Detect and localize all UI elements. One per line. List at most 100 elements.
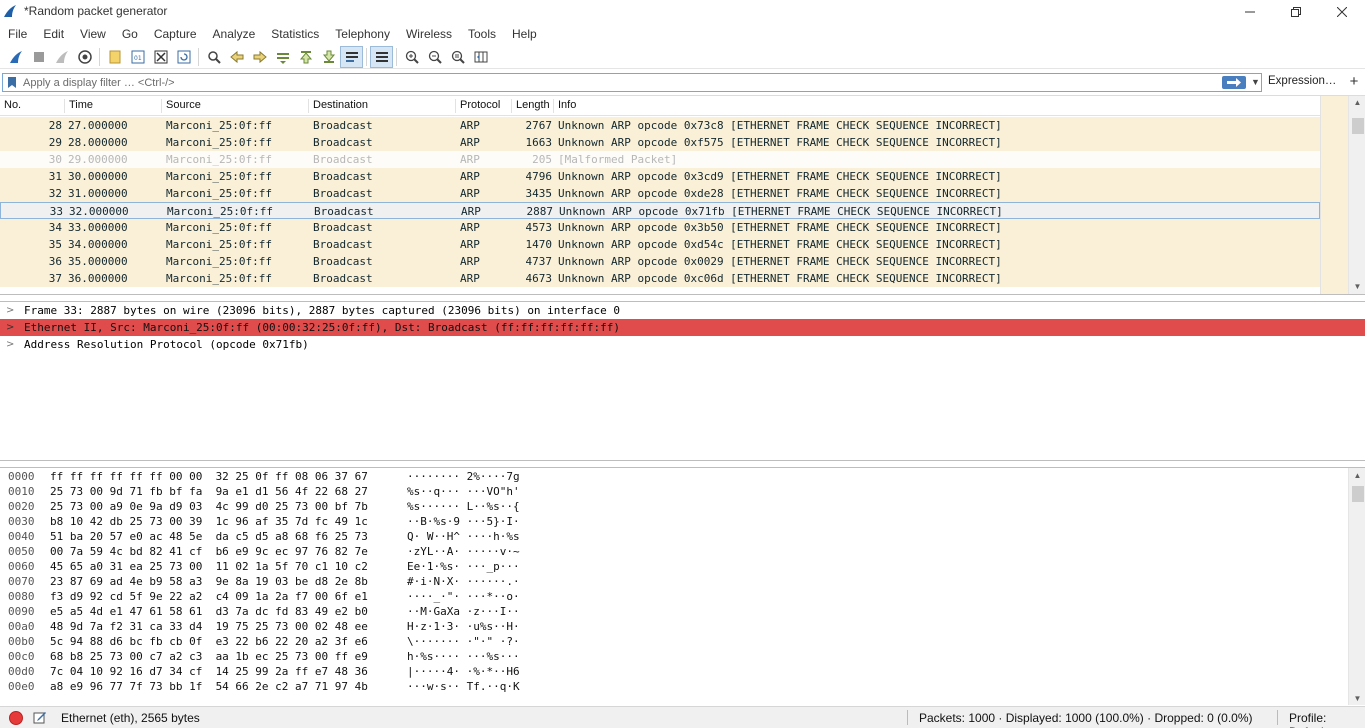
reload-file-button[interactable] (172, 46, 195, 68)
bytes-scrollbar[interactable]: ▲ ▼ (1348, 468, 1365, 705)
packet-cell-dst: Broadcast (313, 187, 373, 200)
column-header-source[interactable]: Source (161, 99, 201, 113)
bookmark-icon[interactable] (6, 76, 18, 89)
packet-row[interactable]: 33 32.000000 Marconi_25:0f:ff Broadcast ARP 2… (0, 202, 1320, 219)
chevron-down-icon[interactable]: ▼ (1251, 77, 1260, 87)
bytes-row[interactable]: 0060 45 65 a0 31 ea 25 73 00 11 02 1a 5f … (0, 559, 1340, 574)
status-profile[interactable]: Profile: Default (1289, 711, 1365, 728)
zoom-normal-icon (451, 50, 465, 64)
packet-cell-proto: ARP (460, 170, 480, 183)
resize-columns-button[interactable] (469, 46, 492, 68)
packet-row[interactable]: 31 30.000000 Marconi_25:0f:ff Broadcast ARP 4… (0, 168, 1320, 185)
detail-row-ethernet[interactable]: > Ethernet II, Src: Marconi_25:0f:ff (00… (0, 319, 1365, 336)
zoom-normal-button[interactable] (446, 46, 469, 68)
bytes-row[interactable]: 00c0 68 b8 25 73 00 c7 a2 c3 aa 1b ec 25 … (0, 649, 1340, 664)
bytes-row[interactable]: 0050 00 7a 59 4c bd 82 41 cf b6 e9 9c ec … (0, 544, 1340, 559)
bytes-row[interactable]: 00e0 a8 e9 96 77 7f 73 bb 1f 54 66 2e c2 … (0, 679, 1340, 694)
expert-info-led-icon[interactable] (9, 711, 23, 725)
bytes-row[interactable]: 0080 f3 d9 92 cd 5f 9e 22 a2 c4 09 1a 2a … (0, 589, 1340, 604)
find-packet-button[interactable] (202, 46, 225, 68)
auto-scroll-button[interactable] (340, 45, 363, 68)
detail-row-frame[interactable]: > Frame 33: 2887 bytes on wire (23096 bi… (0, 302, 1365, 319)
toolbar-separator (198, 47, 199, 66)
packet-row[interactable]: 32 31.000000 Marconi_25:0f:ff Broadcast ARP 3… (0, 185, 1320, 202)
packet-cell-no: 28 (48, 119, 62, 132)
zoom-out-button[interactable] (423, 46, 446, 68)
bytes-hex: b8 10 42 db 25 73 00 39 1c 96 af 35 7d f… (50, 515, 368, 528)
capture-options-button[interactable] (73, 46, 96, 68)
scroll-up-icon[interactable]: ▲ (1349, 96, 1365, 110)
bytes-row[interactable]: 00b0 5c 94 88 d6 bc fb cb 0f e3 22 b6 22 … (0, 634, 1340, 649)
packet-row[interactable]: 36 35.000000 Marconi_25:0f:ff Broadcast ARP 4… (0, 253, 1320, 270)
close-file-button[interactable] (149, 46, 172, 68)
menu-go[interactable]: Go (114, 24, 146, 44)
packet-row[interactable]: 35 34.000000 Marconi_25:0f:ff Broadcast ARP 1… (0, 236, 1320, 253)
main-toolbar: 01 (0, 45, 1365, 69)
bytes-row[interactable]: 0040 51 ba 20 57 e0 ac 48 5e da c5 d5 a8 … (0, 529, 1340, 544)
expression-button[interactable]: Expression… (1268, 75, 1336, 87)
column-header-info[interactable]: Info (553, 99, 576, 113)
bytes-row[interactable]: 0010 25 73 00 9d 71 fb bf fa 9a e1 d1 56 … (0, 484, 1340, 499)
menu-help[interactable]: Help (504, 24, 545, 44)
menu-statistics[interactable]: Statistics (263, 24, 327, 44)
bytes-row[interactable]: 0070 23 87 69 ad 4e b9 58 a3 9e 8a 19 03 … (0, 574, 1340, 589)
bytes-row[interactable]: 0030 b8 10 42 db 25 73 00 39 1c 96 af 35 … (0, 514, 1340, 529)
menu-tools[interactable]: Tools (460, 24, 504, 44)
packet-row[interactable]: 28 27.000000 Marconi_25:0f:ff Broadcast ARP 2… (0, 117, 1320, 134)
column-header-destination[interactable]: Destination (308, 99, 368, 113)
packet-row[interactable]: 30 29.000000 Marconi_25:0f:ff Broadcast ARP 2… (0, 151, 1320, 168)
menu-wireless[interactable]: Wireless (398, 24, 460, 44)
close-button[interactable] (1319, 0, 1365, 24)
packet-row[interactable]: 29 28.000000 Marconi_25:0f:ff Broadcast ARP 1… (0, 134, 1320, 151)
column-header-protocol[interactable]: Protocol (455, 99, 500, 113)
menu-analyze[interactable]: Analyze (205, 24, 264, 44)
menu-capture[interactable]: Capture (146, 24, 205, 44)
packet-row[interactable]: 37 36.000000 Marconi_25:0f:ff Broadcast ARP 4… (0, 270, 1320, 287)
bytes-row[interactable]: 00d0 7c 04 10 92 16 d7 34 cf 14 25 99 2a … (0, 664, 1340, 679)
go-forward-button[interactable] (248, 46, 271, 68)
apply-filter-button[interactable] (1222, 76, 1246, 89)
go-back-button[interactable] (225, 46, 248, 68)
go-last-button[interactable] (317, 46, 340, 68)
start-capture-button[interactable] (4, 46, 27, 68)
scroll-down-icon[interactable]: ▼ (1349, 692, 1365, 705)
scrollbar-thumb[interactable] (1352, 118, 1364, 134)
menu-view[interactable]: View (72, 24, 114, 44)
colorize-button[interactable] (370, 45, 393, 68)
expand-arrow-icon[interactable]: > (6, 302, 14, 319)
open-file-button[interactable] (103, 46, 126, 68)
bytes-row[interactable]: 0090 e5 a5 4d e1 47 61 58 61 d3 7a dc fd … (0, 604, 1340, 619)
detail-row-arp[interactable]: > Address Resolution Protocol (opcode 0x… (0, 336, 1365, 353)
scroll-down-icon[interactable]: ▼ (1349, 280, 1365, 294)
expand-arrow-icon[interactable]: > (6, 319, 14, 336)
zoom-in-button[interactable] (400, 46, 423, 68)
bytes-off: 0070 (8, 575, 35, 588)
stop-capture-button[interactable] (27, 46, 50, 68)
column-header-time[interactable]: Time (64, 99, 93, 113)
go-first-button[interactable] (294, 46, 317, 68)
maximize-button[interactable] (1273, 0, 1319, 24)
packet-minimap[interactable] (1320, 96, 1348, 294)
menu-telephony[interactable]: Telephony (327, 24, 398, 44)
minimize-button[interactable] (1227, 0, 1273, 24)
column-header-no[interactable]: No. (0, 99, 21, 113)
add-filter-button[interactable]: + (1346, 73, 1362, 90)
display-filter-input[interactable] (23, 75, 1213, 90)
scroll-up-icon[interactable]: ▲ (1349, 469, 1365, 483)
restart-capture-button[interactable] (50, 46, 73, 68)
bytes-row[interactable]: 0000 ff ff ff ff ff ff 00 00 32 25 0f ff … (0, 469, 1340, 484)
menu-file[interactable]: File (0, 24, 35, 44)
packet-list-scrollbar[interactable]: ▲ ▼ (1348, 96, 1365, 294)
expand-arrow-icon[interactable]: > (6, 336, 14, 353)
packet-cell-dst: Broadcast (314, 205, 374, 218)
bytes-row[interactable]: 00a0 48 9d 7a f2 31 ca 33 d4 19 75 25 73 … (0, 619, 1340, 634)
capture-comment-icon[interactable] (33, 710, 47, 724)
save-file-button[interactable]: 01 (126, 46, 149, 68)
go-to-packet-button[interactable] (271, 46, 294, 68)
column-header-length[interactable]: Length (511, 99, 550, 113)
menu-edit[interactable]: Edit (35, 24, 72, 44)
bytes-row[interactable]: 0020 25 73 00 a9 0e 9a d9 03 4c 99 d0 25 … (0, 499, 1340, 514)
bytes-hex: 68 b8 25 73 00 c7 a2 c3 aa 1b ec 25 73 0… (50, 650, 368, 663)
scrollbar-thumb[interactable] (1352, 486, 1364, 502)
packet-row[interactable]: 34 33.000000 Marconi_25:0f:ff Broadcast ARP 4… (0, 219, 1320, 236)
